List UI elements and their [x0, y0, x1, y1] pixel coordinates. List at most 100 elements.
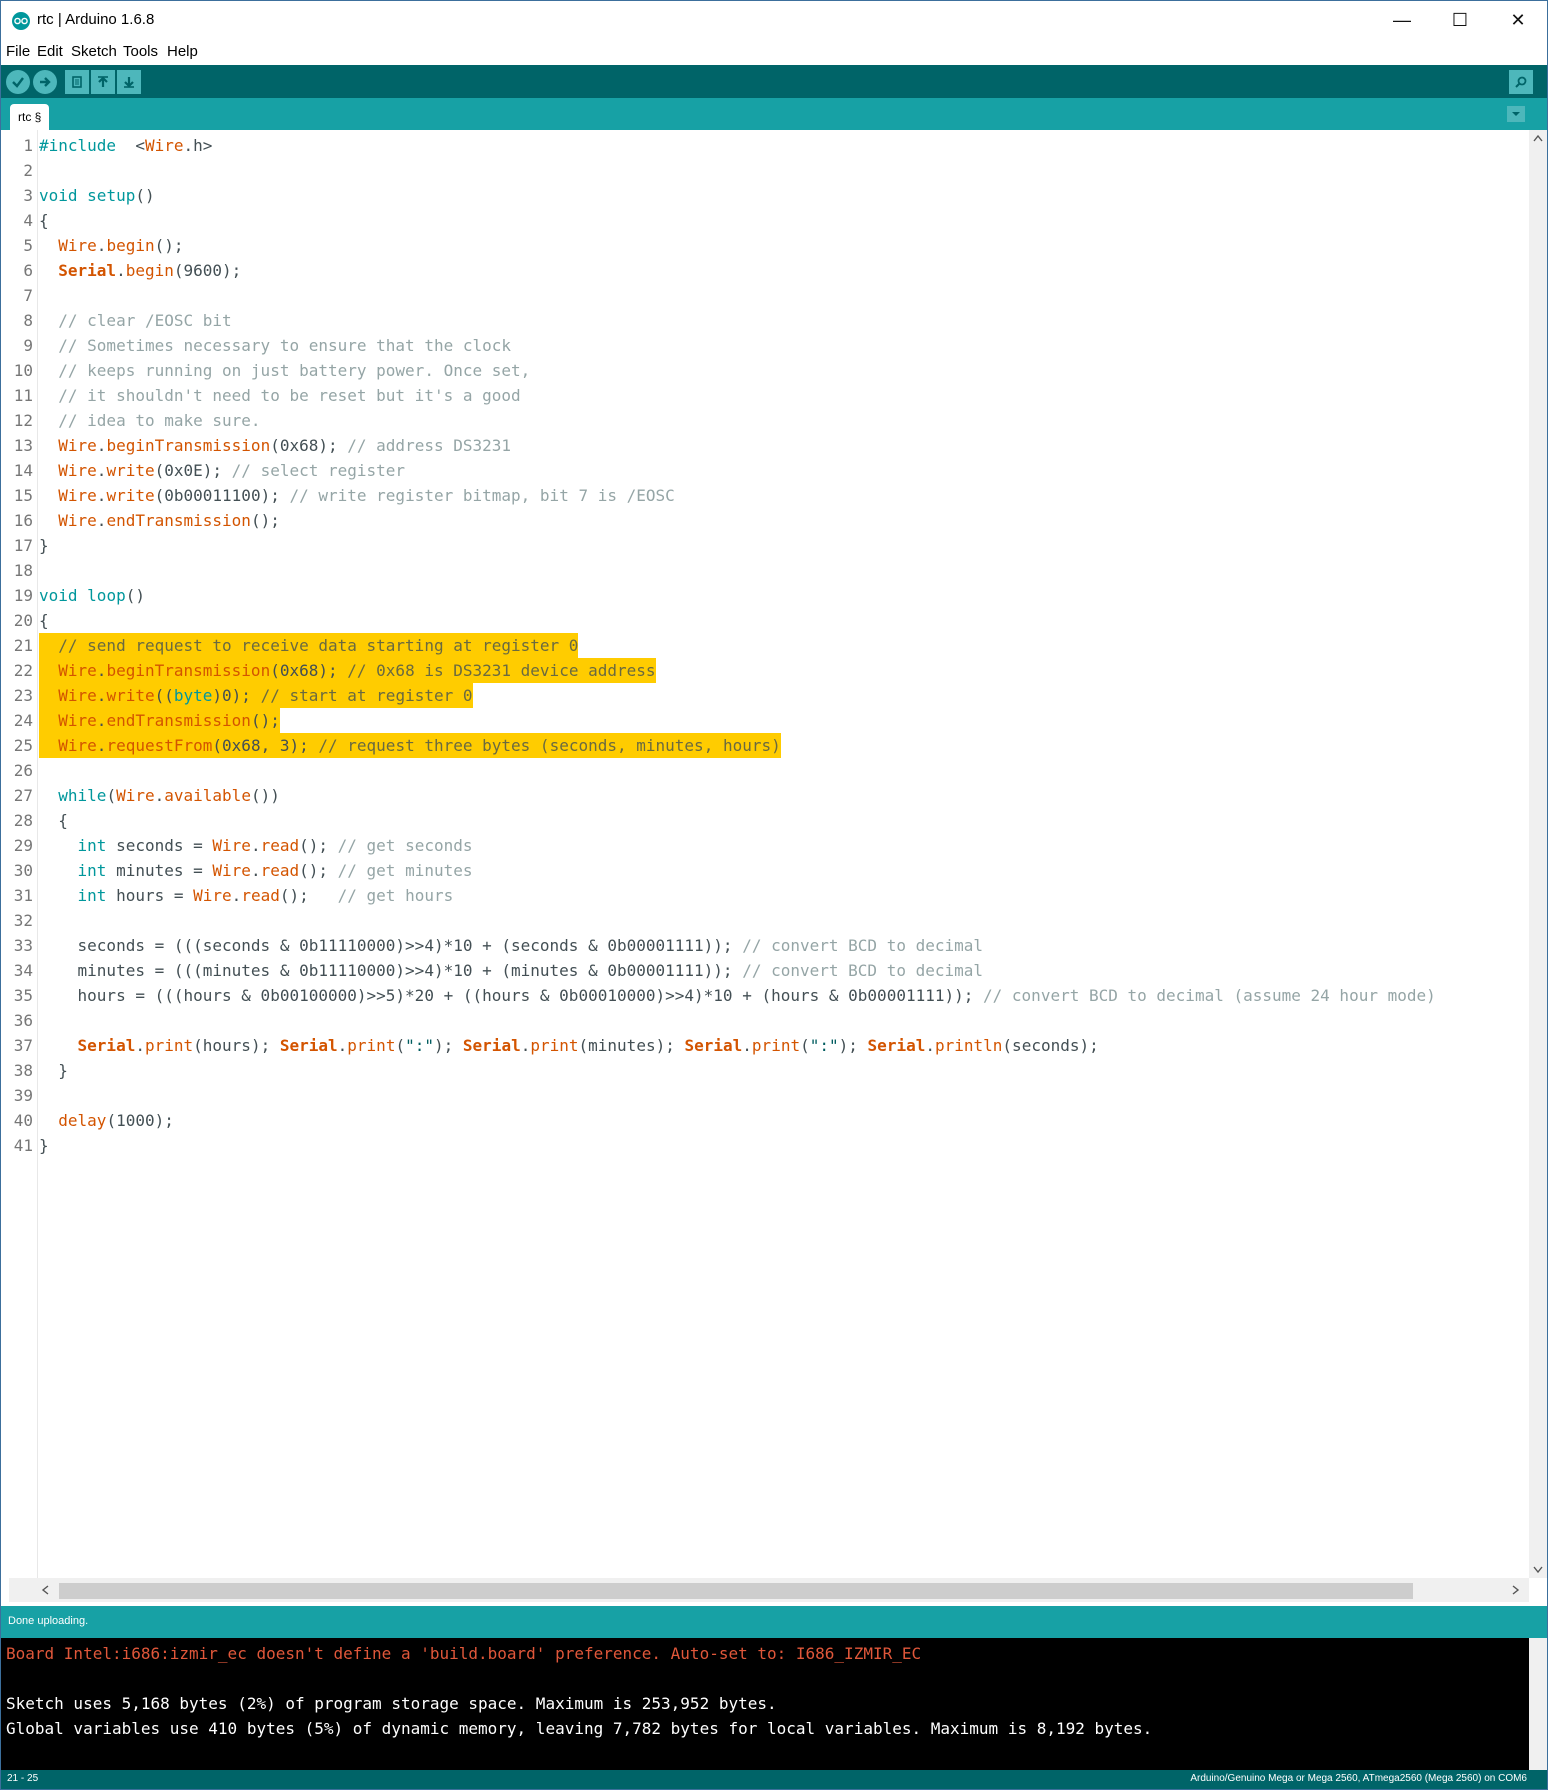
- code-line[interactable]: 14 Wire.write(0x0E); // select register: [1, 458, 1529, 483]
- scroll-down-icon[interactable]: [1533, 1566, 1543, 1574]
- line-number: 35: [13, 986, 33, 1005]
- code-line[interactable]: 35 hours = (((hours & 0b00100000)>>5)*20…: [1, 983, 1529, 1008]
- line-number: 30: [13, 861, 33, 880]
- code-line[interactable]: 21 // send request to receive data start…: [1, 633, 1529, 658]
- menu-help[interactable]: Help: [167, 43, 198, 60]
- code-line[interactable]: 28 {: [1, 808, 1529, 833]
- code-line[interactable]: 37 Serial.print(hours); Serial.print(":"…: [1, 1033, 1529, 1058]
- code-line[interactable]: 25 Wire.requestFrom(0x68, 3); // request…: [1, 733, 1529, 758]
- code-line[interactable]: 38 }: [1, 1058, 1529, 1083]
- highlighted-code-text: Wire.requestFrom(0x68, 3); // request th…: [39, 733, 781, 758]
- minimize-button[interactable]: —: [1373, 1, 1431, 39]
- code-line[interactable]: 33 seconds = (((seconds & 0b11110000)>>4…: [1, 933, 1529, 958]
- code-line[interactable]: 17}: [1, 533, 1529, 558]
- code-line[interactable]: 1 #include <Wire.h>: [1, 133, 1529, 158]
- line-number: 34: [13, 961, 33, 980]
- new-button[interactable]: [65, 70, 89, 94]
- code-line[interactable]: 19 void loop(): [1, 583, 1529, 608]
- line-number: 29: [13, 836, 33, 855]
- tab-menu-button[interactable]: [1507, 106, 1525, 122]
- code-line[interactable]: 20 {: [1, 608, 1529, 633]
- line-number: 13: [13, 436, 33, 455]
- code-line[interactable]: 29 int seconds = Wire.read(); // get sec…: [1, 833, 1529, 858]
- code-line[interactable]: 24 Wire.endTransmission();: [1, 708, 1529, 733]
- code-text: delay(1000);: [58, 1111, 174, 1130]
- menu-sketch[interactable]: Sketch: [71, 43, 117, 60]
- close-button[interactable]: ✕: [1489, 1, 1547, 39]
- code-line[interactable]: 7: [1, 283, 1529, 308]
- arrow-up-icon: [98, 76, 108, 87]
- line-number: 20: [13, 611, 33, 630]
- code-line[interactable]: 5 Wire.begin();: [1, 233, 1529, 258]
- line-number: 27: [13, 786, 33, 805]
- code-line[interactable]: 16 Wire.endTransmission();: [1, 508, 1529, 533]
- maximize-button[interactable]: ☐: [1431, 1, 1489, 39]
- editor-horizontal-scrollbar[interactable]: [9, 1578, 1529, 1602]
- line-number: 33: [13, 936, 33, 955]
- code-line[interactable]: 27 while(Wire.available()): [1, 783, 1529, 808]
- code-text: // keeps running on just battery power. …: [58, 361, 531, 380]
- code-text: while(Wire.available()): [58, 786, 280, 805]
- line-number: 23: [13, 686, 33, 705]
- code-line[interactable]: 4{: [1, 208, 1529, 233]
- code-line[interactable]: 10 // keeps running on just battery powe…: [1, 358, 1529, 383]
- code-line[interactable]: 15 Wire.write(0b00011100); // write regi…: [1, 483, 1529, 508]
- code-line[interactable]: 11 // it shouldn't need to be reset but …: [1, 383, 1529, 408]
- serial-monitor-button[interactable]: [1509, 70, 1533, 94]
- console-vertical-scrollbar[interactable]: [1529, 1638, 1547, 1770]
- code-line[interactable]: 30 int minutes = Wire.read(); // get min…: [1, 858, 1529, 883]
- line-number: 38: [13, 1061, 33, 1080]
- code-line[interactable]: 13 Wire.beginTransmission(0x68); // addr…: [1, 433, 1529, 458]
- code-line[interactable]: 12 // idea to make sure.: [1, 408, 1529, 433]
- tab-rtc[interactable]: rtc §: [10, 104, 50, 130]
- code-line[interactable]: 31 int hours = Wire.read(); // get hours: [1, 883, 1529, 908]
- code-line[interactable]: 36: [1, 1008, 1529, 1033]
- code-line[interactable]: 9 // Sometimes necessary to ensure that …: [1, 333, 1529, 358]
- code-line[interactable]: 22 Wire.beginTransmission(0x68); // 0x68…: [1, 658, 1529, 683]
- code-text: Serial.begin(9600);: [58, 261, 242, 280]
- menu-file[interactable]: File: [6, 43, 30, 60]
- code-line[interactable]: 26: [1, 758, 1529, 783]
- line-number: 21: [13, 636, 33, 655]
- code-line[interactable]: 41}: [1, 1133, 1529, 1158]
- save-button[interactable]: [117, 70, 141, 94]
- code-text: void setup(): [39, 186, 155, 205]
- code-text: }: [39, 1136, 49, 1155]
- scroll-right-icon[interactable]: [1512, 1585, 1520, 1595]
- line-number: 15: [13, 486, 33, 505]
- arduino-logo-icon: [12, 12, 30, 30]
- code-text: int hours = Wire.read(); // get hours: [77, 886, 454, 905]
- upload-button[interactable]: [33, 70, 57, 94]
- cursor-line-range: 21 - 25: [7, 1773, 39, 1784]
- verify-button[interactable]: [6, 70, 30, 94]
- document-icon: [72, 76, 82, 88]
- code-line[interactable]: 3 void setup(): [1, 183, 1529, 208]
- line-number: 19: [13, 586, 33, 605]
- line-number: 31: [13, 886, 33, 905]
- horizontal-scroll-thumb[interactable]: [59, 1583, 1413, 1599]
- tab-bar: rtc §: [1, 98, 1547, 130]
- menu-tools[interactable]: Tools: [123, 43, 158, 60]
- board-info: Arduino/Genuino Mega or Mega 2560, ATmeg…: [1190, 1773, 1527, 1784]
- code-line[interactable]: 6 Serial.begin(9600);: [1, 258, 1529, 283]
- code-text: seconds = (((seconds & 0b11110000)>>4)*1…: [39, 936, 984, 955]
- code-line[interactable]: 2: [1, 158, 1529, 183]
- editor-vertical-scrollbar[interactable]: [1529, 130, 1547, 1578]
- console-line: Board Intel:i686:izmir_ec doesn't define…: [6, 1644, 922, 1663]
- code-editor[interactable]: 1 #include <Wire.h> 2 3 void setup() 4{5 Wire…: [1, 130, 1529, 1578]
- line-number: 28: [13, 811, 33, 830]
- menu-edit[interactable]: Edit: [37, 43, 63, 60]
- highlighted-code-text: Wire.beginTransmission(0x68); // 0x68 is…: [39, 658, 656, 683]
- scroll-up-icon[interactable]: [1533, 134, 1543, 142]
- scroll-left-icon[interactable]: [41, 1585, 49, 1595]
- code-line[interactable]: 8 // clear /EOSC bit: [1, 308, 1529, 333]
- code-line[interactable]: 40 delay(1000);: [1, 1108, 1529, 1133]
- output-console: Board Intel:i686:izmir_ec doesn't define…: [1, 1638, 1529, 1770]
- code-line[interactable]: 23 Wire.write((byte)0); // start at regi…: [1, 683, 1529, 708]
- code-line[interactable]: 32: [1, 908, 1529, 933]
- code-text: #include <Wire.h>: [39, 136, 213, 155]
- code-line[interactable]: 18: [1, 558, 1529, 583]
- code-line[interactable]: 34 minutes = (((minutes & 0b11110000)>>4…: [1, 958, 1529, 983]
- open-button[interactable]: [91, 70, 115, 94]
- code-line[interactable]: 39: [1, 1083, 1529, 1108]
